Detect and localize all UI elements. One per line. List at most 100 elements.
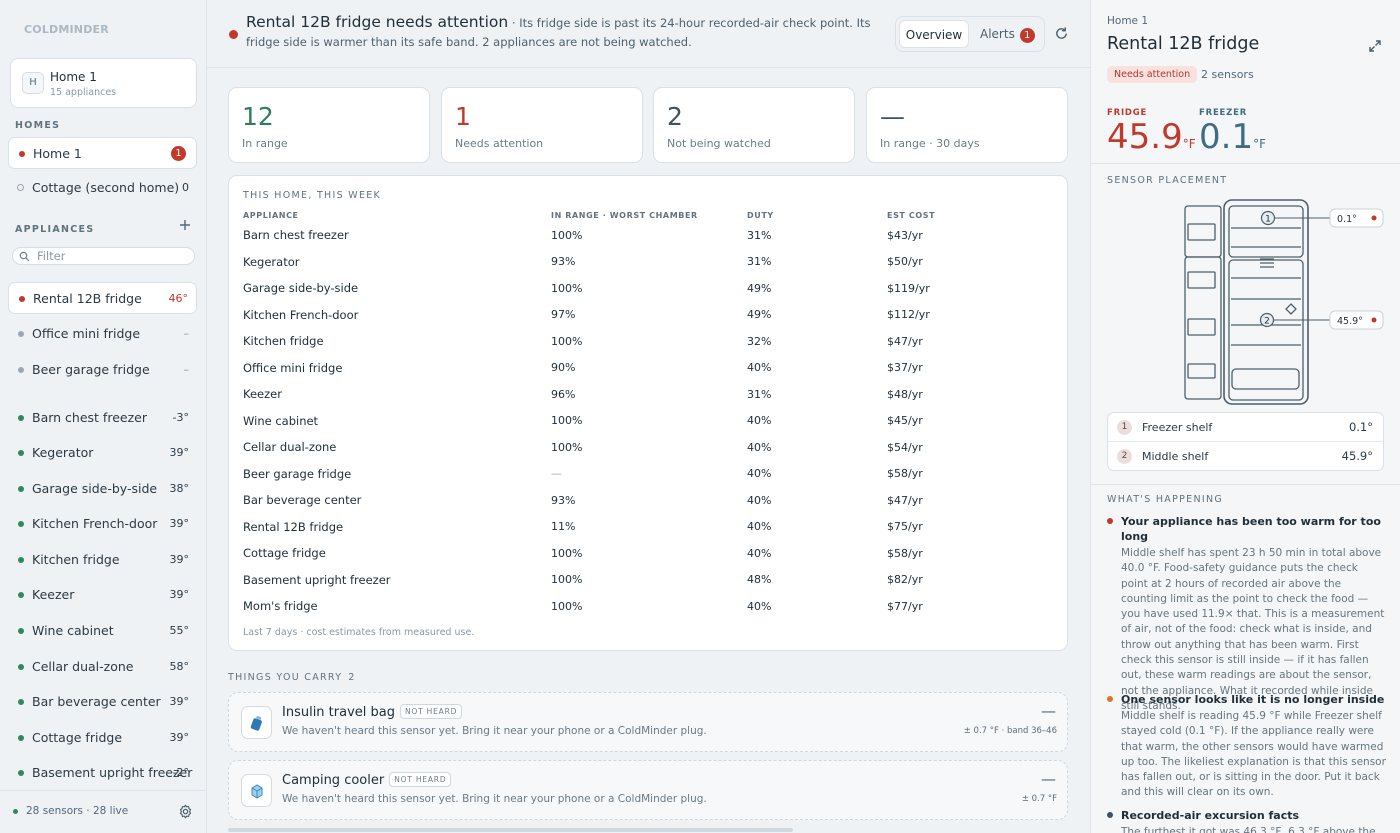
cell-cost: $119/yr [887,281,930,295]
divider [1091,163,1400,164]
table-row[interactable]: Bar beverage center 93% 40% $47/yr [243,487,1007,514]
settings-gear-icon[interactable] [178,804,193,819]
cell-cost: $82/yr [887,573,923,587]
tab-overview[interactable]: Overview [899,20,969,48]
sensor-name: Freezer shelf [1142,421,1213,434]
status-dot [18,367,24,373]
table-row[interactable]: Rental 12B fridge 11% 40% $75/yr [243,514,1007,541]
not-heard-badge: NOT HEARD [400,704,463,719]
appliance-temp: 39° [169,446,190,459]
carry-heading: THINGS YOU CARRY 2 [228,672,356,683]
cell-appliance: Kitchen French-door [243,307,359,322]
table-row[interactable]: Kitchen French-door 97% 49% $112/yr [243,302,1007,329]
carry-item[interactable]: Camping cooler NOT HEARD We haven't heard… [228,760,1068,820]
cell-duty: 31% [747,228,772,242]
status-dot [18,450,24,456]
table-row[interactable]: Wine cabinet 100% 40% $45/yr [243,408,1007,435]
cell-cost: $50/yr [887,255,923,269]
cell-duty: 40% [747,467,772,481]
sidebar-appliance-item[interactable]: Kitchen fridge 39° [8,544,197,576]
cell-duty: 40% [747,361,772,375]
sidebar-appliance-item[interactable]: Garage side-by-side 38° [8,473,197,505]
appliance-label: Beer garage fridge [32,362,150,377]
home-switcher[interactable]: H Home 1 15 appliances [10,58,197,108]
sidebar-home-cottage[interactable]: Cottage (second home) 0 [8,172,197,204]
sidebar-appliance-item[interactable]: Office mini fridge – [8,318,197,350]
cell-cost: $47/yr [887,334,923,348]
cell-in-range: 100% [551,573,583,587]
appliance-filter[interactable] [12,247,195,265]
horizontal-scrollbar[interactable] [228,828,793,832]
appliance-temp: – [183,327,190,340]
cell-in-range: 100% [551,546,583,560]
happening-heading: WHAT'S HAPPENING [1107,494,1224,505]
table-row[interactable]: Cottage fridge 100% 40% $58/yr [243,540,1007,567]
sensor-row[interactable]: 2 Middle shelf 45.9° [1108,442,1383,471]
stat-label: Not being watched [667,137,771,150]
table-row[interactable]: Beer garage fridge — 40% $58/yr [243,461,1007,488]
happening-title: Your appliance has been too warm for too… [1121,515,1381,543]
sidebar-appliance-item[interactable]: Beer garage fridge – [8,354,197,386]
appliance-label: Garage side-by-side [32,481,158,496]
carry-item[interactable]: Insulin travel bag NOT HEARD We haven't h… [228,692,1068,752]
sidebar-appliance-item[interactable]: Barn chest freezer -3° [8,402,197,434]
fridge-reading: FRIDGE 45.9°F [1107,108,1196,161]
sidebar-footer: 28 sensors · 28 live [0,790,206,833]
status-badge: Needs attention [1107,66,1198,83]
appliance-label: Kitchen fridge [32,552,120,567]
status-dot [19,151,25,157]
status-dot [18,699,24,705]
refresh-icon[interactable] [1054,26,1069,41]
table-row[interactable]: Cellar dual-zone 100% 40% $54/yr [243,434,1007,461]
sidebar-appliance-item[interactable]: Keezer 39° [8,579,197,611]
sidebar-appliance-item[interactable]: Cellar dual-zone 58° [8,651,197,683]
add-appliance-icon[interactable] [179,219,191,231]
appliance-temp: 55° [169,624,190,637]
carry-item-title: Insulin travel bag [282,705,395,720]
banner-title: Rental 12B fridge needs attention [246,13,509,31]
appliance-temp: 46° [168,292,189,305]
sidebar-appliance-item[interactable]: Wine cabinet 55° [8,615,197,647]
carry-item-desc: We haven't heard this sensor yet. Bring … [282,725,707,737]
sensor-row[interactable]: 1 Freezer shelf 0.1° [1108,413,1383,442]
sensor-marker-1[interactable]: 1 0.1° [1260,208,1384,228]
cell-in-range: 93% [551,255,576,269]
col-est-cost: EST COST [887,211,936,220]
table-row[interactable]: Garage side-by-side 100% 49% $119/yr [243,275,1007,302]
filter-input[interactable] [37,249,187,263]
appliance-label: Kitchen French-door [32,516,158,531]
cell-cost: $58/yr [887,546,923,560]
detail-panel: Home 1 Rental 12B fridge Needs attention… [1090,0,1400,833]
table-row[interactable]: Kitchen fridge 100% 32% $47/yr [243,328,1007,355]
sidebar-appliance-item[interactable]: Rental 12B fridge 46° [8,282,197,314]
cell-in-range: 97% [551,308,576,322]
expand-icon[interactable] [1368,39,1382,53]
freezer-temp-value: 0.1 [1199,117,1254,157]
happening-item: Recorded-air excursion facts The furthes… [1107,808,1387,833]
home-alert-badge: 1 [171,146,186,161]
appliance-temp: 39° [169,553,190,566]
sensor-marker-2[interactable]: 2 45.9° [1259,310,1384,330]
table-row[interactable]: Mom's fridge 100% 40% $77/yr [243,593,1007,620]
sidebar-appliance-item[interactable]: Kegerator 39° [8,437,197,469]
sensor-marker-1-value: 0.1° [1337,214,1357,225]
table-row[interactable]: Basement upright freezer 100% 48% $82/yr [243,567,1007,594]
sidebar-appliance-item[interactable]: Basement upright freezer -2° [8,757,197,789]
sidebar-appliance-item[interactable]: Kitchen French-door 39° [8,508,197,540]
cell-duty: 40% [747,599,772,613]
sidebar-appliance-item[interactable]: Cottage fridge 39° [8,722,197,754]
table-row[interactable]: Keezer 96% 31% $48/yr [243,381,1007,408]
alert-dot [1107,518,1113,524]
carry-item-desc: We haven't heard this sensor yet. Bring … [282,793,707,805]
breadcrumb[interactable]: Home 1 [1107,15,1148,27]
table-row[interactable]: Kegerator 93% 31% $50/yr [243,249,1007,276]
cell-appliance: Bar beverage center [243,493,362,508]
appliance-temp: 38° [169,482,190,495]
sidebar-appliance-item[interactable]: Bar beverage center 39° [8,686,197,718]
sensor-summary: 28 sensors · 28 live [26,805,129,817]
table-row[interactable]: Office mini fridge 90% 40% $37/yr [243,355,1007,382]
table-row[interactable]: Barn chest freezer 100% 31% $43/yr [243,222,1007,249]
appliance-label: Barn chest freezer [32,410,147,425]
sidebar-home-home-1[interactable]: Home 1 1 [8,137,197,169]
tab-alerts[interactable]: Alerts 1 [980,20,1035,48]
